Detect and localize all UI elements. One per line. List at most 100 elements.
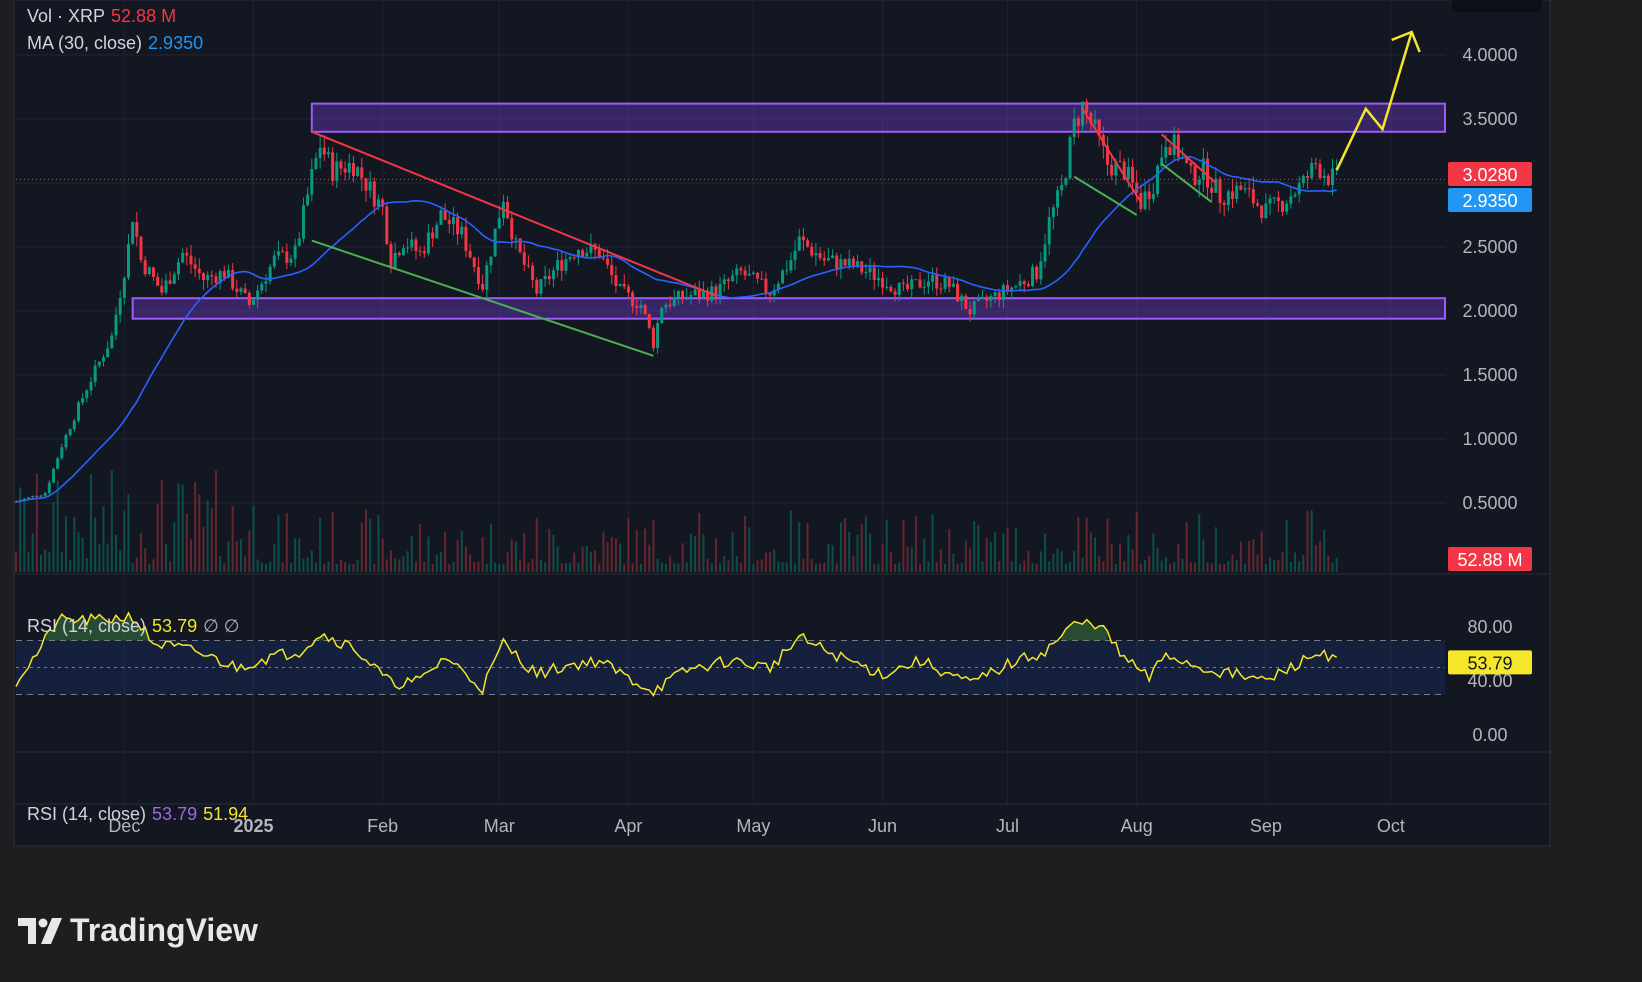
volume-bar bbox=[206, 500, 209, 572]
candle-body bbox=[451, 217, 455, 225]
candle-body bbox=[214, 276, 218, 284]
volume-bar bbox=[448, 563, 451, 572]
tradingview-logo[interactable]: TradingView bbox=[18, 912, 258, 949]
volume-bar bbox=[198, 494, 201, 572]
volume-bar bbox=[719, 563, 722, 572]
volume-bar bbox=[477, 561, 480, 572]
candle-body bbox=[435, 224, 439, 239]
volume-bar bbox=[1327, 555, 1330, 572]
candle-body bbox=[626, 286, 630, 293]
volume-bar bbox=[294, 538, 297, 572]
volume-bar bbox=[1039, 551, 1042, 572]
candle-body bbox=[564, 259, 568, 271]
volume-bar bbox=[598, 563, 601, 572]
volume-bar bbox=[377, 514, 380, 572]
candle-body bbox=[385, 206, 389, 244]
candle-body bbox=[135, 221, 139, 237]
volume-bar bbox=[56, 480, 59, 572]
ma-legend: MA (30, close) 2.9350 bbox=[27, 33, 209, 54]
candle-body bbox=[556, 260, 560, 271]
volume-bar bbox=[173, 522, 176, 572]
candle-body bbox=[731, 275, 735, 282]
rsi-legend-label: RSI (14, close) bbox=[27, 616, 147, 636]
candle-body bbox=[1231, 191, 1235, 199]
tradingview-brand-name: TradingView bbox=[70, 912, 258, 948]
volume-bar bbox=[214, 470, 217, 572]
candle-body bbox=[206, 275, 210, 281]
candle-body bbox=[256, 290, 260, 300]
toolbar-button bbox=[1452, 0, 1542, 12]
candle-body bbox=[618, 283, 622, 286]
candle-body bbox=[826, 258, 830, 261]
candle-body bbox=[210, 275, 214, 277]
candle-body bbox=[606, 258, 610, 265]
candle-body bbox=[1256, 203, 1260, 206]
volume-bar bbox=[1144, 560, 1147, 572]
volume-bar bbox=[1160, 560, 1163, 572]
candle-body bbox=[985, 296, 989, 301]
volume-bar bbox=[69, 560, 72, 572]
volume-bar bbox=[544, 562, 547, 572]
chart-canvas[interactable]: 4.0000 3.5000 2.5000 2.0000 1.5000 1.0000 0.50… bbox=[0, 0, 1642, 982]
rsi2-legend: RSI (14, close) 53.79 51.94 bbox=[27, 804, 254, 825]
price-axis-tick-label: 2.5000 bbox=[1462, 237, 1517, 257]
candle-body bbox=[972, 301, 976, 315]
candle-body bbox=[422, 251, 426, 254]
candle-body bbox=[789, 260, 793, 271]
candle-body bbox=[1043, 244, 1047, 262]
volume-bar bbox=[52, 501, 55, 572]
volume-bar bbox=[277, 515, 280, 572]
candle-body bbox=[614, 275, 618, 286]
volume-bar bbox=[514, 541, 517, 572]
support-zone bbox=[131, 297, 1446, 320]
volume-bar bbox=[94, 517, 97, 572]
candle-body bbox=[168, 280, 172, 284]
price-axis-tick-label: 2.0000 bbox=[1462, 301, 1517, 321]
volume-bar bbox=[73, 517, 76, 572]
candle-body bbox=[751, 272, 755, 275]
candle-body bbox=[1131, 166, 1135, 183]
volume-bar bbox=[1102, 561, 1105, 572]
volume-bar bbox=[573, 552, 576, 572]
volume-bar bbox=[127, 494, 130, 572]
volume-bar bbox=[902, 519, 905, 572]
volume-bar bbox=[827, 544, 830, 572]
candle-body bbox=[147, 267, 151, 275]
volume-bar bbox=[144, 548, 147, 572]
candle-body bbox=[72, 420, 76, 430]
candle-body bbox=[272, 255, 276, 267]
candle-body bbox=[1018, 281, 1022, 286]
volume-bar bbox=[806, 523, 809, 572]
candle-body bbox=[1222, 202, 1226, 205]
candle-body bbox=[1051, 207, 1055, 218]
volume-bar bbox=[285, 513, 288, 572]
volume-bar bbox=[1148, 555, 1151, 572]
volume-bar bbox=[85, 558, 88, 572]
candle-body bbox=[814, 253, 818, 256]
price-axis-tick-label: 3.5000 bbox=[1462, 109, 1517, 129]
volume-bar bbox=[564, 563, 567, 572]
candle-body bbox=[331, 152, 335, 181]
volume-bar bbox=[123, 511, 126, 572]
ma-legend-value: 2.9350 bbox=[148, 33, 204, 53]
volume-bar bbox=[860, 524, 863, 572]
volume-bar bbox=[589, 551, 592, 572]
candle-body bbox=[172, 274, 176, 284]
candle-body bbox=[664, 304, 668, 308]
price-axis-tick-label: 1.0000 bbox=[1462, 429, 1517, 449]
volume-bar bbox=[281, 562, 284, 572]
rsi-legend-marks[interactable]: ∅ ∅ bbox=[203, 616, 239, 636]
volume-bar bbox=[1314, 545, 1317, 572]
volume-bar bbox=[944, 563, 947, 572]
chart-frame: 4.0000 3.5000 2.5000 2.0000 1.5000 1.0000 0.50… bbox=[0, 0, 1642, 982]
volume-bar bbox=[1077, 516, 1080, 572]
volume-bar bbox=[856, 534, 859, 572]
candle-body bbox=[231, 269, 235, 289]
candle-body bbox=[560, 260, 564, 271]
volume-bar bbox=[1035, 563, 1038, 572]
volume-bar bbox=[314, 563, 317, 572]
candle-body bbox=[1193, 165, 1197, 185]
candle-body bbox=[468, 250, 472, 258]
volume-bar bbox=[1031, 563, 1034, 572]
volume-bar bbox=[948, 529, 951, 572]
